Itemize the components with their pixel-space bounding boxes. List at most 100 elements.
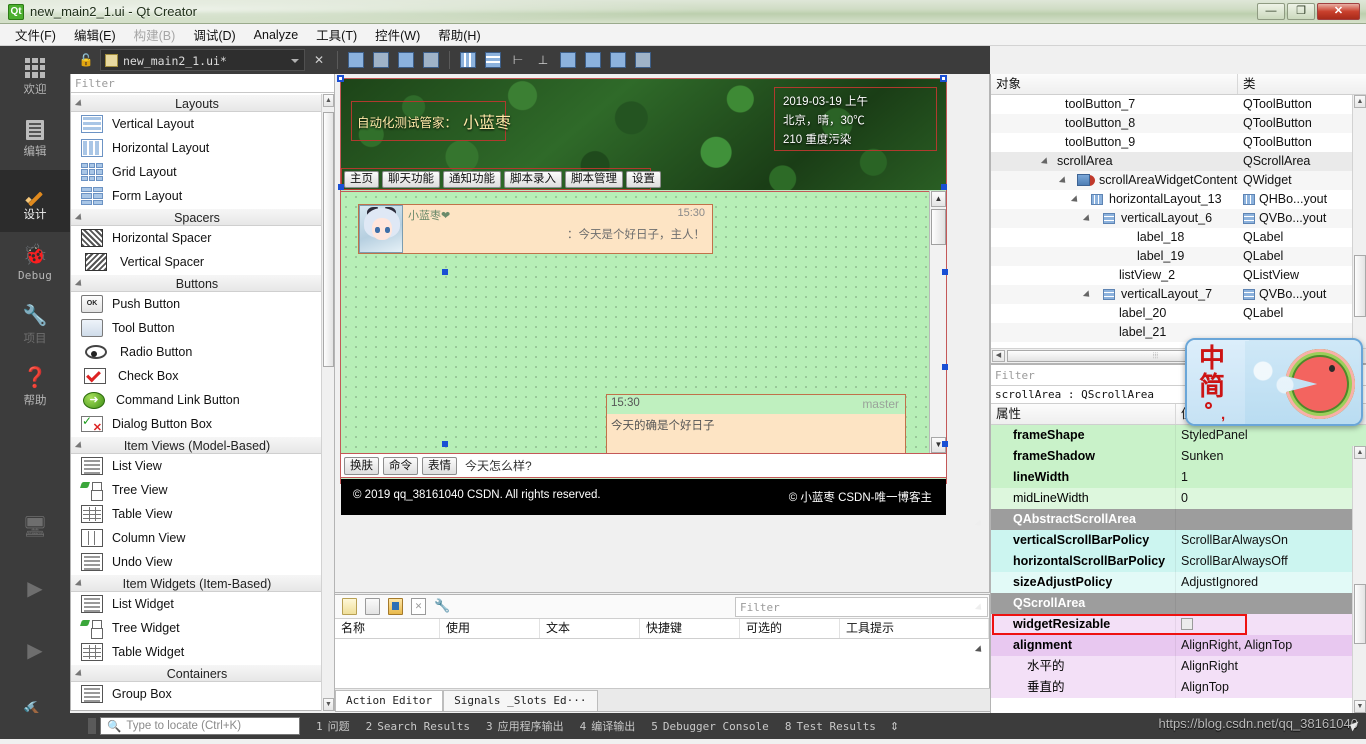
message-input[interactable]: 今天怎么样?	[465, 457, 532, 474]
widget-item-tree-widget[interactable]: Tree Widget	[71, 616, 323, 640]
layout-vertically-icon[interactable]	[482, 49, 504, 71]
output-pane-updown-icon[interactable]: ⇕	[890, 720, 899, 733]
widget-handle-mr2[interactable]	[942, 364, 948, 370]
debug-run-button[interactable]: ▶	[0, 620, 70, 682]
menu-widgets[interactable]: 控件(W)	[366, 23, 429, 46]
expand-triangle-icon[interactable]	[1058, 176, 1069, 186]
sidebar-toggle-button[interactable]	[88, 718, 96, 734]
scroll-down-icon[interactable]: ▼	[323, 698, 334, 711]
table-row[interactable]: verticalLayout_6 QVBo...yout	[991, 209, 1366, 228]
ime-mode-panel[interactable]: 中 简 ,	[1187, 340, 1249, 424]
resize-handle-tr[interactable]	[940, 75, 947, 82]
output-pane-test-results[interactable]: 8 Test Results	[785, 720, 876, 733]
maximize-button[interactable]: ❐	[1287, 3, 1315, 20]
widget-handle-mr[interactable]	[942, 269, 948, 275]
form-input-bar[interactable]: 换肤 命令 表情 今天怎么样?	[341, 453, 946, 478]
property-row-sizeAdjustPolicy[interactable]: sizeAdjustPolicy AdjustIgnored	[991, 572, 1366, 593]
edit-widgets-icon[interactable]	[345, 49, 367, 71]
property-group-QScrollArea[interactable]: QScrollArea	[974, 593, 1366, 614]
form-chat-scrollbar[interactable]: ▲ ▼	[929, 191, 946, 453]
emoji-button[interactable]: 表情	[422, 456, 457, 475]
widget-item-horizontal-layout[interactable]: Horizontal Layout	[71, 136, 323, 160]
widget-handle-bl[interactable]	[442, 441, 448, 447]
object-inspector-scrollbar[interactable]: ▲ ▼	[1352, 95, 1366, 364]
kit-selector-button[interactable]: 🖥	[0, 496, 70, 558]
property-col-name[interactable]: 属性	[991, 404, 1176, 424]
table-row-selected[interactable]: scrollArea QScrollArea	[991, 152, 1366, 171]
minimize-button[interactable]: —	[1257, 3, 1285, 20]
mode-projects[interactable]: 🔧 项目	[0, 294, 70, 356]
tab-signals-slots-editor[interactable]: Signals _Slots Ed···	[443, 690, 598, 711]
nav-tab-chat[interactable]: 聊天功能	[382, 170, 440, 188]
chat-message-incoming[interactable]: 小蓝枣❤ 15:30 ：今天是个好日子，主人！	[358, 204, 713, 254]
widget-item-command-link-button[interactable]: ➜ Command Link Button	[71, 388, 323, 412]
widget-item-table-widget[interactable]: Table Widget	[71, 640, 323, 664]
mode-design[interactable]: 设计	[0, 170, 70, 232]
property-group-QAbstractScrollArea[interactable]: QAbstractScrollArea	[974, 509, 1366, 530]
table-row[interactable]: label_19 QLabel	[991, 247, 1366, 266]
menu-file[interactable]: 文件(F)	[6, 23, 65, 46]
property-row-alignment-horizontal[interactable]: 水平的 AlignRight	[991, 656, 1366, 677]
new-action-icon[interactable]	[342, 598, 357, 615]
form-nav-tabs[interactable]: 主页 聊天功能 通知功能 脚本录入 脚本管理 设置	[341, 168, 661, 190]
object-col-class[interactable]: 类	[1238, 74, 1366, 94]
widget-item-grid-layout[interactable]: Grid Layout	[71, 160, 323, 184]
mode-welcome[interactable]: 欢迎	[0, 46, 70, 108]
widget-item-group-box[interactable]: Group Box	[71, 682, 323, 706]
widget-item-tree-view[interactable]: Tree View	[71, 478, 323, 502]
action-col-tooltip[interactable]: 工具提示	[840, 619, 989, 638]
ime-comma-icon[interactable]: ,	[1221, 406, 1225, 423]
action-col-checkable[interactable]: 可选的	[740, 619, 840, 638]
property-value[interactable]: AlignTop	[1176, 677, 1366, 698]
property-row-midLineWidth[interactable]: midLineWidth 0	[991, 488, 1366, 509]
widget-item-undo-view[interactable]: Undo View	[71, 550, 323, 574]
widget-group-spacers[interactable]: Spacers	[71, 208, 323, 226]
scrollbar-thumb[interactable]	[1354, 584, 1366, 644]
output-pane-issues[interactable]: 1 问题	[316, 718, 350, 734]
scroll-up-icon[interactable]: ▲	[323, 94, 334, 107]
property-value[interactable]: 0	[1176, 488, 1366, 509]
table-row[interactable]: label_20 QLabel	[991, 304, 1366, 323]
widget-item-vertical-spacer[interactable]: Vertical Spacer	[71, 250, 323, 274]
property-value[interactable]: Sunken	[1176, 446, 1366, 467]
property-value[interactable]: 1	[1176, 467, 1366, 488]
nav-tab-script-record[interactable]: 脚本录入	[504, 170, 562, 188]
output-pane-debugger-console[interactable]: 5 Debugger Console	[651, 720, 769, 733]
property-row-frameShape[interactable]: frameShape StyledPanel	[991, 425, 1366, 446]
property-value[interactable]: AlignRight	[1176, 656, 1366, 677]
menu-debug[interactable]: 调试(D)	[184, 23, 244, 46]
lock-open-icon[interactable]: 🔓	[75, 49, 97, 71]
adjust-size-icon[interactable]	[632, 49, 654, 71]
resize-handle-right[interactable]	[941, 184, 947, 190]
nav-tab-script-manage[interactable]: 脚本管理	[565, 170, 623, 188]
layout-splitter-v-icon[interactable]: ⊥	[532, 49, 554, 71]
expand-triangle-icon[interactable]	[1070, 195, 1081, 205]
table-row[interactable]: listView_2 QListView	[991, 266, 1366, 285]
property-row-alignment-vertical[interactable]: 垂直的 AlignTop	[991, 677, 1366, 698]
menu-tools[interactable]: 工具(T)	[307, 23, 366, 46]
widget-item-radio-button[interactable]: Radio Button	[71, 340, 323, 364]
output-pane-search-results[interactable]: 2 Search Results	[366, 720, 470, 733]
property-value[interactable]: AdjustIgnored	[1176, 572, 1366, 593]
edit-tab-order-icon[interactable]	[420, 49, 442, 71]
property-value[interactable]: ScrollBarAlwaysOff	[1176, 551, 1366, 572]
action-table-body[interactable]	[335, 639, 989, 689]
edit-signals-icon[interactable]	[370, 49, 392, 71]
designed-form[interactable]: 自动化测试管家： 小蓝枣 2019-03-19 上午 北京，晴，30℃ 210 …	[337, 75, 947, 515]
property-value[interactable]: StyledPanel	[1176, 425, 1366, 446]
property-row-widgetResizable[interactable]: widgetResizable	[991, 614, 1366, 635]
widget-item-check-box[interactable]: Check Box	[71, 364, 323, 388]
form-chat-body[interactable]: 小蓝枣❤ 15:30 ：今天是个好日子，主人！ 15:30 master 今天的…	[341, 191, 946, 454]
widget-group-layouts[interactable]: Layouts	[71, 94, 323, 112]
menu-help[interactable]: 帮助(H)	[429, 23, 489, 46]
expand-triangle-icon[interactable]	[1082, 290, 1093, 300]
ime-skin-watermelon[interactable]	[1245, 341, 1359, 424]
form-design-canvas[interactable]: 自动化测试管家： 小蓝枣 2019-03-19 上午 北京，晴，30℃ 210 …	[335, 74, 990, 593]
table-row[interactable]: verticalLayout_7 QVBo...yout	[991, 285, 1366, 304]
close-document-button[interactable]: ✕	[308, 49, 330, 71]
widget-handle-ml[interactable]	[442, 269, 448, 275]
skin-button[interactable]: 换肤	[344, 456, 379, 475]
widget-group-item-widgets[interactable]: Item Widgets (Item-Based)	[71, 574, 323, 592]
nav-tab-settings[interactable]: 设置	[626, 170, 661, 188]
widget-group-containers[interactable]: Containers	[71, 664, 323, 682]
